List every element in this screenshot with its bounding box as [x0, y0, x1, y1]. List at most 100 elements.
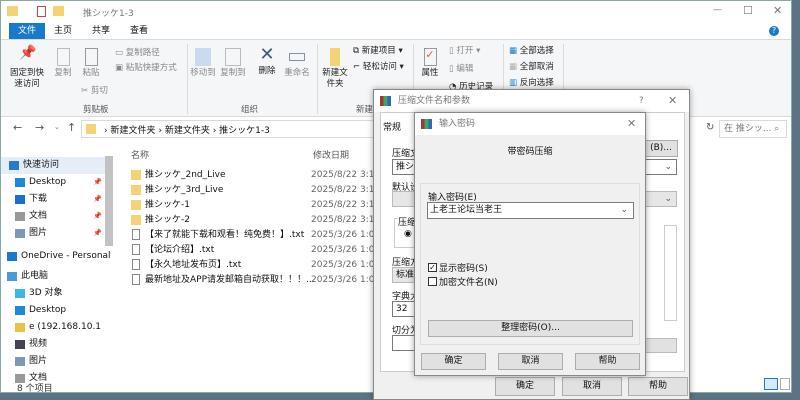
nav-item[interactable]: 视频 — [1, 336, 113, 353]
copy-to-button[interactable]: 复制到 — [219, 48, 247, 79]
password-input[interactable]: 上老王论坛当老王 ⌄ — [427, 202, 634, 219]
folder-icon — [131, 185, 141, 195]
tab-home[interactable]: 主页 — [45, 23, 81, 39]
delete-button[interactable]: ✕ 删除 — [255, 46, 279, 77]
close-button[interactable]: ✕ — [668, 90, 677, 112]
close-button[interactable]: ✕ — [773, 4, 782, 17]
show-password-checkbox[interactable]: ✓ — [428, 263, 437, 272]
nav-item[interactable]: 文档 📌 — [1, 208, 113, 225]
new-folder-quick-icon[interactable] — [53, 6, 64, 16]
select-all-icon: ▦ — [509, 46, 518, 56]
cut-button[interactable]: ✂ 剪切 — [81, 86, 108, 97]
back-button[interactable]: ← — [13, 121, 22, 134]
dialog-title-bar: 输入密码 ✕ — [415, 113, 645, 135]
organize-passwords-button[interactable]: 整理密码(O)... — [428, 320, 633, 337]
move-icon — [195, 48, 211, 66]
properties-quick-icon[interactable] — [37, 6, 46, 17]
save-settings-button[interactable] — [644, 338, 677, 353]
video-icon — [15, 340, 25, 349]
up-button[interactable]: ↑ — [67, 121, 76, 134]
breadcrumb-item[interactable]: 推シッケ1-3 — [219, 126, 270, 136]
ok-button[interactable]: 确定 — [421, 353, 486, 370]
rename-icon — [289, 53, 305, 61]
nav-item[interactable]: 图片 📌 — [1, 225, 113, 242]
nav-item-label: 下载 — [29, 194, 48, 204]
column-header-date[interactable]: 修改日期 — [313, 148, 349, 161]
nav-item[interactable]: e (192.168.10.1 — [1, 319, 113, 336]
maximize-button[interactable]: ☐ — [743, 4, 753, 17]
file-date: 2025/8/22 3:17 — [311, 200, 381, 210]
close-button[interactable]: ✕ — [627, 113, 636, 135]
paste-shortcut-button[interactable]: ▣ 粘贴快捷方式 — [115, 63, 177, 74]
properties-icon: ✓ — [423, 48, 437, 66]
select-none-button[interactable]: ▦ 全部取消 — [509, 62, 554, 73]
clipboard-icon — [84, 48, 98, 66]
breadcrumb-item[interactable]: 新建文件夹 — [110, 126, 155, 136]
file-name: 推シッケ-1 — [145, 200, 190, 210]
file-date: 2025/8/22 3:18 — [311, 170, 381, 180]
window-title: 推シッケ1-3 — [83, 9, 134, 19]
cancel-button[interactable]: 取消 — [498, 353, 563, 370]
ok-button[interactable]: 确定 — [495, 377, 555, 396]
paste-button[interactable]: 粘贴 — [79, 48, 103, 79]
title-bar: 推シッケ1-3 — ☐ ✕ — [1, 1, 791, 23]
status-item-count: 8 个项目 — [17, 384, 53, 394]
folder-icon — [131, 200, 141, 210]
new-item-button[interactable]: ⧉ 新建项目 ▾ — [353, 46, 403, 57]
breadcrumb: › 新建文件夹 › 新建文件夹 › 推シッケ1-3 — [104, 126, 270, 136]
minimize-button[interactable]: — — [713, 5, 722, 15]
copy-button[interactable]: 复制 — [51, 48, 75, 79]
nav-item[interactable]: Desktop 📌 — [1, 174, 113, 191]
help-icon[interactable]: ? — [769, 26, 779, 36]
help-button[interactable]: 帮助 — [575, 353, 640, 370]
rename-button[interactable]: 重命名 — [283, 48, 311, 79]
breadcrumb-item[interactable]: 新建文件夹 — [165, 126, 210, 136]
easy-access-button[interactable]: ⌐ 轻松访问 ▾ — [353, 62, 404, 73]
tab-general[interactable]: 常规 — [383, 120, 401, 133]
nav-item[interactable]: 下载 📌 — [1, 191, 113, 208]
move-to-button[interactable]: 移动到 — [189, 48, 217, 79]
details-view-button[interactable] — [764, 378, 778, 390]
file-name: 【来了就能下载和观看！纯免费！】.txt — [145, 230, 305, 240]
properties-button[interactable]: ✓ 属性 — [419, 48, 441, 79]
tab-view[interactable]: 查看 — [121, 23, 157, 39]
new-folder-button[interactable]: 新建文件夹 — [321, 48, 349, 90]
nav-item-label: Desktop — [29, 305, 67, 315]
nav-item[interactable]: 此电脑 — [1, 268, 113, 285]
nav-item[interactable]: 3D 对象 — [1, 285, 113, 302]
pin-icon: 📌 — [93, 229, 102, 237]
nav-item[interactable]: OneDrive - Personal — [1, 248, 113, 265]
network-drive-icon — [15, 323, 25, 332]
encrypt-filenames-checkbox[interactable] — [428, 277, 437, 286]
folder-icon — [131, 215, 141, 225]
invert-selection-button[interactable]: ▥ 反向选择 — [509, 78, 554, 89]
nav-item[interactable]: 快速访问 — [1, 157, 113, 174]
pictures-icon — [15, 229, 25, 238]
open-button[interactable]: ▯ 打开 ▾ — [449, 46, 480, 57]
nav-item[interactable]: Desktop — [1, 302, 113, 319]
large-icons-view-button[interactable] — [780, 378, 790, 390]
help-button[interactable]: ? — [639, 90, 644, 112]
recent-dropdown[interactable]: ⌄ — [54, 123, 60, 131]
refresh-button[interactable]: ↻ — [706, 122, 714, 133]
winrar-icon — [421, 119, 432, 129]
tab-share[interactable]: 共享 — [83, 23, 119, 39]
pin-quick-access-button[interactable]: 📌 固定到快速访问 — [9, 46, 45, 90]
copy-to-icon — [225, 48, 241, 66]
computer-icon — [7, 272, 17, 281]
password-dialog: 输入密码 ✕ 带密码压缩 输入密码(E) 上老王论坛当老王 ⌄ ✓ 显示密码(S)… — [414, 112, 646, 376]
tab-file[interactable]: 文件 — [9, 23, 46, 39]
nav-scrollbar[interactable] — [105, 144, 113, 374]
search-input[interactable]: 在 推シッ... ⌕ — [719, 120, 787, 138]
forward-button[interactable]: → — [35, 121, 44, 134]
column-header-name[interactable]: 名称 — [131, 148, 149, 161]
nav-item[interactable]: 图片 — [1, 353, 113, 370]
cube-icon — [15, 289, 25, 298]
edit-button[interactable]: ▯ 编辑 — [449, 64, 473, 75]
select-all-button[interactable]: ▦ 全部选择 — [509, 46, 554, 57]
copy-path-button[interactable]: ▭ 复制路径 — [115, 48, 160, 59]
help-button[interactable]: 帮助 — [628, 377, 688, 396]
address-input[interactable]: › 新建文件夹 › 新建文件夹 › 推シッケ1-3 — [81, 120, 381, 138]
browse-button[interactable]: (B)... — [644, 140, 678, 157]
cancel-button[interactable]: 取消 — [562, 377, 622, 396]
